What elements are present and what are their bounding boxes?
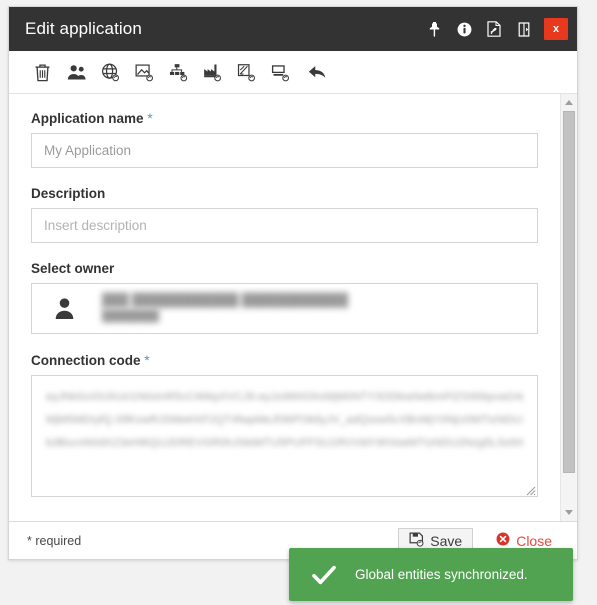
save-icon	[409, 532, 424, 550]
edit-document-icon[interactable]	[233, 59, 259, 85]
application-form: Application name * Description Select ow…	[9, 94, 560, 521]
back-arrow-icon[interactable]	[305, 59, 331, 85]
code-line: eyJhbGciOiJIUzI1NiIsInR5cCI6IkpXVCJ9.eyJ…	[46, 391, 523, 403]
dialog-body: Application name * Description Select ow…	[9, 94, 577, 521]
field-connection-code: Connection code * eyJhbGciOiJIUzI1NiIsIn…	[31, 352, 538, 497]
required-asterisk: *	[147, 110, 153, 126]
trash-icon[interactable]	[29, 59, 55, 85]
check-icon	[311, 564, 341, 586]
page-title: Edit application	[25, 19, 142, 38]
users-icon[interactable]	[63, 59, 89, 85]
close-window-button[interactable]: x	[544, 18, 568, 40]
close-circle-icon	[496, 532, 510, 549]
required-asterisk: *	[144, 352, 150, 368]
dialog-title-bar: Edit application x	[9, 7, 577, 51]
application-name-label-text: Application name	[31, 111, 144, 126]
owner-name: ███ ████████████ ████████████	[102, 293, 349, 308]
save-button-label: Save	[430, 532, 463, 549]
code-line: b3BxcnN0dXZ3eHl6QUJDREVGR0hJSktMTU5PUFFS…	[46, 437, 523, 450]
owner-label: Select owner	[31, 261, 115, 276]
connection-code-label: Connection code *	[31, 352, 538, 368]
connection-code-textarea[interactable]: eyJhbGciOiJIUzI1NiIsInR5cCI6IkpXVCJ9.eyJ…	[31, 375, 538, 497]
code-line: MjM5MDIyfQ.SflKxwRJSMeKKF2QT4fwpMeJf36PO…	[46, 414, 523, 427]
factory-icon[interactable]	[199, 59, 225, 85]
pdf-icon[interactable]	[483, 16, 505, 42]
owner-details: ███ ████████████ ████████████ ███████	[102, 292, 525, 324]
description-label: Description	[31, 186, 106, 201]
scroll-up-button[interactable]	[561, 94, 578, 111]
info-icon[interactable]	[453, 16, 475, 42]
scroll-down-button[interactable]	[561, 504, 578, 521]
field-description: Description	[31, 186, 538, 243]
user-icon	[44, 292, 84, 326]
chevron-down-icon	[565, 510, 573, 515]
toast-notification[interactable]: Global entities synchronized.	[289, 548, 573, 601]
chevron-up-icon	[565, 100, 573, 105]
connection-code-wrapper: eyJhbGciOiJIUzI1NiIsInR5cCI6IkpXVCJ9.eyJ…	[31, 375, 538, 497]
required-note: * required	[27, 533, 82, 548]
owner-picker[interactable]: ███ ████████████ ████████████ ███████	[31, 283, 538, 334]
edit-application-dialog: Edit application x Application name * My…	[8, 6, 578, 560]
resize-grip-icon[interactable]	[524, 483, 536, 496]
close-button-label: Close	[516, 532, 552, 549]
device-icon[interactable]	[267, 59, 293, 85]
description-input[interactable]	[31, 208, 538, 243]
owner-detail: ███████	[102, 310, 160, 323]
vertical-scrollbar[interactable]	[560, 94, 577, 521]
field-application-name: Application name *	[31, 110, 538, 168]
image-icon[interactable]	[131, 59, 157, 85]
scrollbar-thumb[interactable]	[562, 111, 575, 473]
dialog-toolbar	[9, 51, 577, 94]
field-owner: Select owner ███ ████████████ ██████████…	[31, 261, 538, 334]
pin-icon[interactable]	[423, 16, 445, 42]
connection-code-label-text: Connection code	[31, 353, 141, 368]
globe-icon[interactable]	[97, 59, 123, 85]
toast-message: Global entities synchronized.	[355, 567, 528, 582]
application-name-label: Application name *	[31, 110, 538, 126]
hierarchy-icon[interactable]	[165, 59, 191, 85]
restore-icon[interactable]	[513, 16, 535, 42]
scrollbar-track[interactable]	[561, 111, 578, 504]
application-name-input[interactable]	[31, 133, 538, 168]
